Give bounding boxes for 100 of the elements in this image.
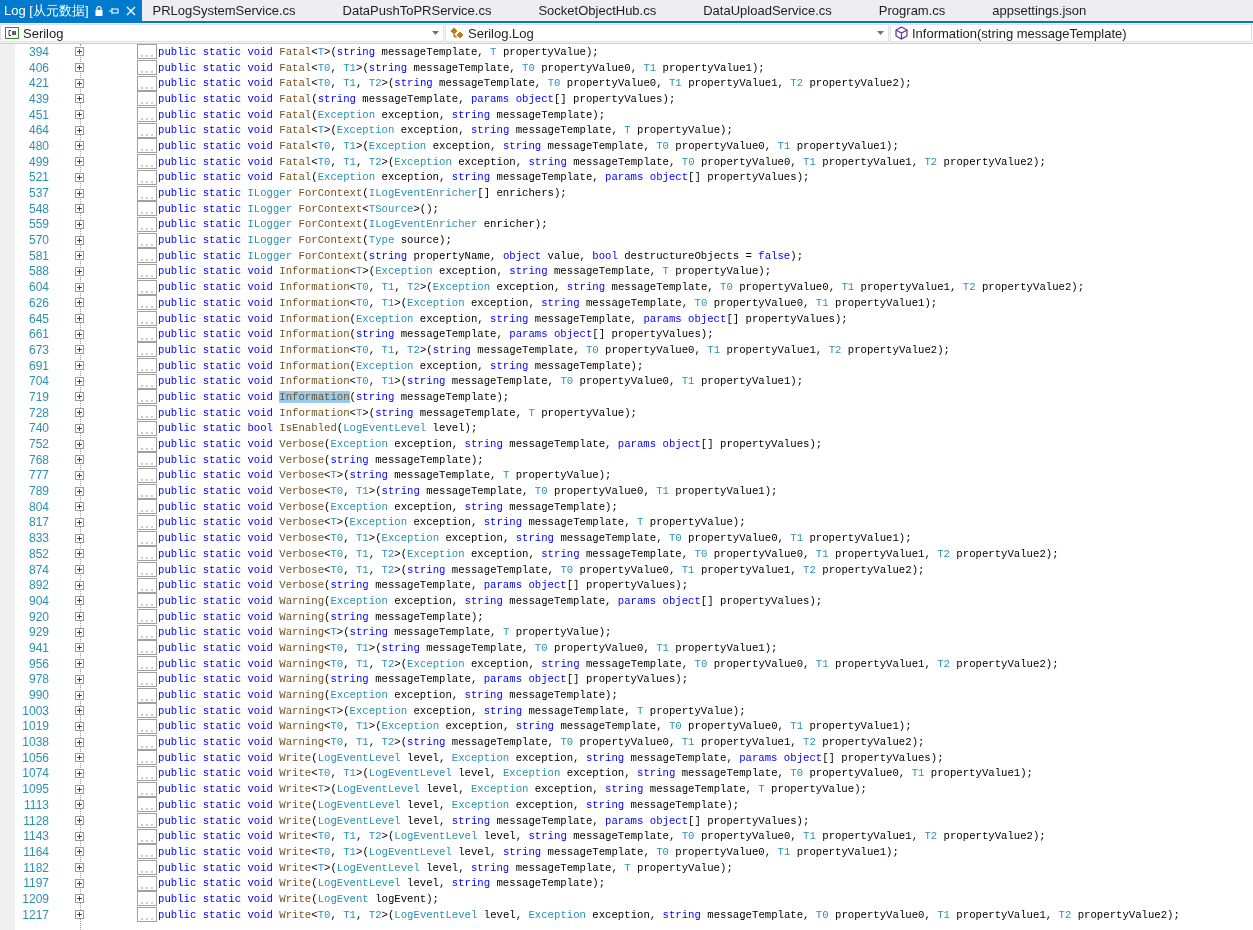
dropdown-caret-icon[interactable]: [877, 31, 884, 35]
expand-icon[interactable]: [75, 94, 84, 104]
document-tab[interactable]: DataPushToPRService.cs: [335, 0, 520, 21]
expand-icon[interactable]: [75, 455, 84, 465]
collapsed-block-icon[interactable]: [137, 436, 157, 452]
collapsed-block-icon[interactable]: [137, 828, 157, 844]
expand-icon[interactable]: [75, 282, 84, 292]
document-tab[interactable]: PRLogSystemService.cs: [145, 0, 324, 21]
collapsed-block-icon[interactable]: [137, 467, 157, 483]
expand-icon[interactable]: [75, 580, 84, 590]
expand-icon[interactable]: [75, 470, 84, 480]
collapsed-block-icon[interactable]: [137, 750, 157, 766]
expand-icon[interactable]: [75, 251, 84, 261]
pin-icon[interactable]: [108, 5, 120, 16]
expand-icon[interactable]: [75, 345, 84, 355]
collapsed-block-icon[interactable]: [137, 295, 157, 311]
expand-icon[interactable]: [75, 235, 84, 245]
expand-icon[interactable]: [75, 565, 84, 575]
collapsed-block-icon[interactable]: [137, 734, 157, 750]
collapsed-block-icon[interactable]: [137, 389, 157, 405]
collapsed-block-icon[interactable]: [137, 185, 157, 201]
collapsed-block-icon[interactable]: [137, 593, 157, 609]
expand-icon[interactable]: [75, 753, 84, 763]
expand-icon[interactable]: [75, 894, 84, 904]
expand-icon[interactable]: [75, 329, 84, 339]
collapsed-block-icon[interactable]: [137, 452, 157, 468]
document-tab[interactable]: SocketObjectHub.cs: [531, 0, 685, 21]
collapsed-block-icon[interactable]: [137, 44, 157, 60]
expand-icon[interactable]: [75, 690, 84, 700]
expand-icon[interactable]: [75, 439, 84, 449]
collapsed-block-icon[interactable]: [137, 373, 157, 389]
collapsed-block-icon[interactable]: [137, 703, 157, 719]
collapsed-block-icon[interactable]: [137, 342, 157, 358]
expand-icon[interactable]: [75, 596, 84, 606]
expand-icon[interactable]: [75, 204, 84, 214]
collapsed-block-icon[interactable]: [137, 311, 157, 327]
collapsed-block-icon[interactable]: [137, 671, 157, 687]
collapsed-block-icon[interactable]: [137, 232, 157, 248]
collapsed-block-icon[interactable]: [137, 138, 157, 154]
collapsed-block-icon[interactable]: [137, 263, 157, 279]
collapsed-block-icon[interactable]: [137, 907, 157, 923]
expand-icon[interactable]: [75, 157, 84, 167]
collapsed-block-icon[interactable]: [137, 122, 157, 138]
document-tab[interactable]: DataUploadService.cs: [696, 0, 860, 21]
collapsed-block-icon[interactable]: [137, 656, 157, 672]
expand-icon[interactable]: [75, 612, 84, 622]
expand-icon[interactable]: [75, 110, 84, 120]
expand-icon[interactable]: [75, 768, 84, 778]
expand-icon[interactable]: [75, 314, 84, 324]
collapsed-block-icon[interactable]: [137, 169, 157, 185]
expand-icon[interactable]: [75, 188, 84, 198]
collapsed-block-icon[interactable]: [137, 405, 157, 421]
collapsed-block-icon[interactable]: [137, 60, 157, 76]
collapsed-block-icon[interactable]: [137, 499, 157, 515]
collapsed-block-icon[interactable]: [137, 91, 157, 107]
expand-icon[interactable]: [75, 706, 84, 716]
expand-icon[interactable]: [75, 816, 84, 826]
expand-icon[interactable]: [75, 831, 84, 841]
expand-icon[interactable]: [75, 172, 84, 182]
expand-icon[interactable]: [75, 549, 84, 559]
collapsed-block-icon[interactable]: [137, 75, 157, 91]
document-tab[interactable]: appsettings.json: [985, 0, 1115, 21]
collapsed-block-icon[interactable]: [137, 718, 157, 734]
expand-icon[interactable]: [75, 863, 84, 873]
expand-icon[interactable]: [75, 423, 84, 433]
collapsed-block-icon[interactable]: [137, 530, 157, 546]
navigation-dropdown[interactable]: Serilog.Log: [445, 24, 889, 42]
collapsed-block-icon[interactable]: [137, 326, 157, 342]
collapsed-block-icon[interactable]: [137, 546, 157, 562]
expand-icon[interactable]: [75, 910, 84, 920]
collapsed-block-icon[interactable]: [137, 216, 157, 232]
expand-icon[interactable]: [75, 502, 84, 512]
expand-icon[interactable]: [75, 78, 84, 88]
collapsed-block-icon[interactable]: [137, 201, 157, 217]
collapsed-block-icon[interactable]: [137, 875, 157, 891]
navigation-dropdown[interactable]: Information(string messageTemplate): [890, 24, 1252, 42]
collapsed-block-icon[interactable]: [137, 514, 157, 530]
collapsed-block-icon[interactable]: [137, 687, 157, 703]
expand-icon[interactable]: [75, 47, 84, 57]
collapsed-block-icon[interactable]: [137, 248, 157, 264]
document-tab[interactable]: Program.cs: [871, 0, 974, 21]
expand-icon[interactable]: [75, 266, 84, 276]
expand-icon[interactable]: [75, 800, 84, 810]
close-icon[interactable]: [125, 5, 136, 16]
expand-icon[interactable]: [75, 141, 84, 151]
collapsed-block-icon[interactable]: [137, 624, 157, 640]
expand-icon[interactable]: [75, 737, 84, 747]
collapsed-block-icon[interactable]: [137, 781, 157, 797]
collapsed-block-icon[interactable]: [137, 107, 157, 123]
expand-icon[interactable]: [75, 486, 84, 496]
dropdown-caret-icon[interactable]: [432, 31, 439, 35]
collapsed-block-icon[interactable]: [137, 420, 157, 436]
expand-icon[interactable]: [75, 408, 84, 418]
expand-icon[interactable]: [75, 219, 84, 229]
navigation-dropdown[interactable]: Serilog: [0, 24, 444, 42]
expand-icon[interactable]: [75, 878, 84, 888]
expand-icon[interactable]: [75, 392, 84, 402]
expand-icon[interactable]: [75, 659, 84, 669]
collapsed-block-icon[interactable]: [137, 562, 157, 578]
collapsed-block-icon[interactable]: [137, 844, 157, 860]
